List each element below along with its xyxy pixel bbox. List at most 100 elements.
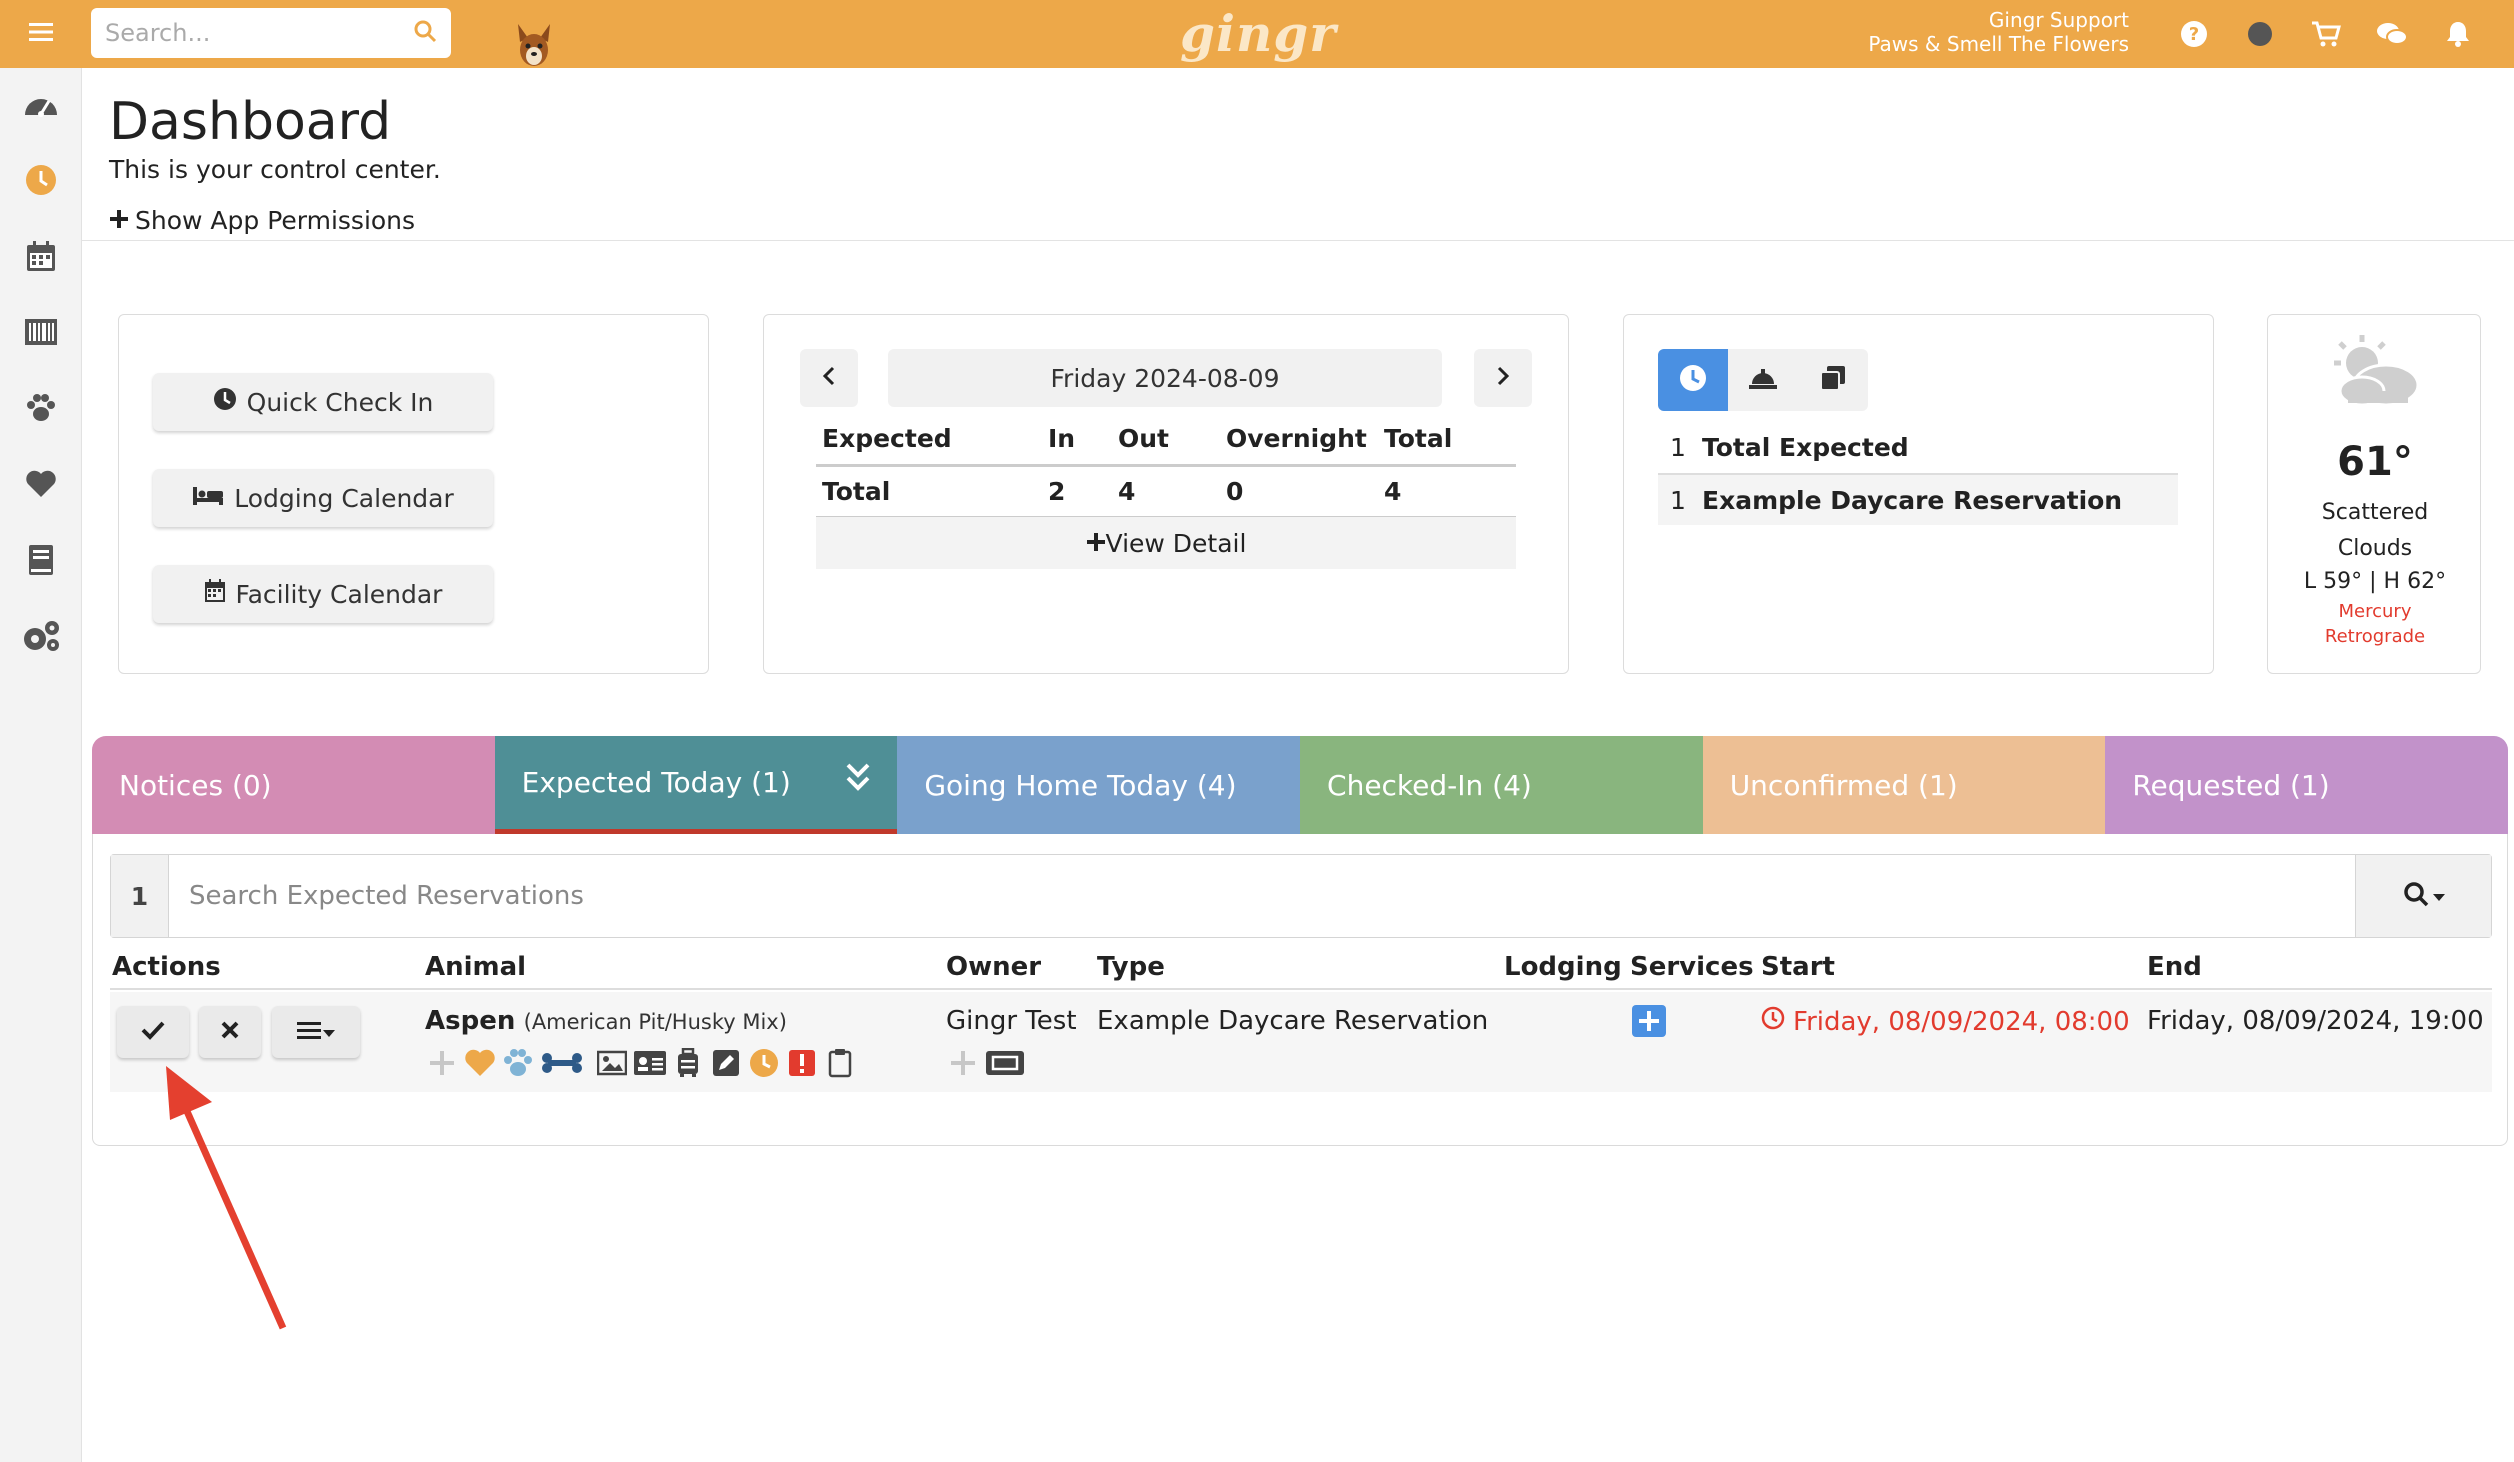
column-services: Services: [1630, 952, 1754, 982]
reservation-table-header: Actions Animal Owner Type Lodging Servic…: [110, 946, 2492, 990]
sidebar-item-settings[interactable]: [0, 600, 82, 676]
sidebar-item-calendar[interactable]: [0, 220, 82, 296]
page-title: Dashboard: [109, 92, 392, 152]
owner-name[interactable]: Gingr Test: [946, 1006, 1077, 1036]
start-time[interactable]: Friday, 08/09/2024, 08:00: [1761, 1006, 2130, 1037]
global-search[interactable]: [91, 8, 451, 58]
tab-unconfirmed[interactable]: Unconfirmed (1): [1702, 736, 2106, 834]
quick-check-in-button[interactable]: Quick Check In: [153, 373, 493, 431]
top-icons: ?: [2178, 0, 2474, 68]
add-service-button[interactable]: [1631, 1004, 1667, 1045]
expected-list: 1 Total Expected 1 Example Daycare Reser…: [1658, 421, 2178, 525]
alert-icon[interactable]: [785, 1046, 819, 1080]
stats-table: Expected In Out Overnight Total Total 2 …: [816, 413, 1516, 519]
show-app-permissions-link[interactable]: Show App Permissions: [109, 206, 415, 235]
ticket-icon[interactable]: [984, 1046, 1026, 1080]
image-icon[interactable]: [595, 1046, 629, 1080]
stats-header-expected: Expected: [822, 423, 952, 453]
reservation-type[interactable]: Example Daycare Reservation: [1097, 1006, 1488, 1036]
hamburger-icon: [29, 22, 53, 46]
menu-button[interactable]: [0, 0, 82, 68]
weather-temp: 61°: [2337, 439, 2413, 485]
search-options-button[interactable]: [2355, 855, 2491, 937]
expected-row[interactable]: 1 Example Daycare Reservation: [1658, 473, 2178, 525]
stats-total-total[interactable]: 4: [1378, 463, 1516, 519]
heart-icon[interactable]: [463, 1046, 497, 1080]
tab-requested[interactable]: Requested (1): [2105, 736, 2508, 834]
owner-icons: [946, 1046, 1026, 1080]
stats-total-in[interactable]: 2: [1042, 463, 1112, 519]
weather-note[interactable]: Mercury Retrograde: [2308, 599, 2442, 649]
toggle-services[interactable]: [1728, 349, 1798, 411]
checkmark-icon: [141, 1020, 165, 1044]
animal-cell: Aspen (American Pit/Husky Mix): [425, 1006, 787, 1036]
tab-notices[interactable]: Notices (0): [92, 736, 495, 834]
id-card-icon[interactable]: [633, 1046, 667, 1080]
weather-condition: Scattered Clouds: [2321, 500, 2429, 561]
plus-square-icon: [1631, 1005, 1667, 1045]
quick-check-in-label: Quick Check In: [246, 387, 434, 417]
bell-icon[interactable]: [2442, 18, 2474, 50]
sidebar-item-dashboard[interactable]: [0, 68, 82, 144]
stats-header-total: Total: [1384, 423, 1453, 453]
sidebar-item-point-of-sale[interactable]: [0, 296, 82, 372]
sidebar-item-timeclock[interactable]: [0, 144, 82, 220]
check-in-button[interactable]: [117, 1006, 189, 1058]
sidebar-item-favorites[interactable]: [0, 448, 82, 524]
gears-icon: [21, 619, 61, 657]
top-bar: gingr Gingr Support Paws & Smell The Flo…: [0, 0, 2514, 68]
annotation-arrow: [166, 1066, 287, 1330]
row-menu-button[interactable]: [272, 1006, 360, 1058]
brand-logo[interactable]: gingr: [1180, 4, 1337, 63]
cancel-reservation-button[interactable]: [199, 1006, 261, 1058]
sidebar-item-animals[interactable]: [0, 372, 82, 448]
tab-label: Requested (1): [2132, 768, 2330, 802]
tab-expected-today[interactable]: Expected Today (1): [494, 736, 898, 834]
add-icon[interactable]: [946, 1046, 980, 1080]
toggle-expected[interactable]: [1658, 349, 1728, 411]
dog-mascot-icon: [510, 20, 558, 68]
column-owner: Owner: [946, 952, 1042, 982]
clock-icon[interactable]: [747, 1046, 781, 1080]
column-start: Start: [1761, 952, 1835, 982]
chevron-right-icon: [1496, 366, 1510, 390]
paw-icon[interactable]: [501, 1046, 535, 1080]
daily-stats-card: Friday 2024-08-09 Expected In Out Overni…: [763, 314, 1569, 674]
next-day-button[interactable]: [1474, 349, 1532, 407]
help-icon[interactable]: ?: [2178, 18, 2210, 50]
chat-icon[interactable]: [2376, 18, 2408, 50]
view-detail-button[interactable]: View Detail: [816, 517, 1516, 569]
add-icon[interactable]: [425, 1046, 459, 1080]
status-dot-icon[interactable]: [2244, 18, 2276, 50]
expected-reservations-panel: 1 Actions Animal Owner Type Lodging Serv…: [92, 834, 2508, 1146]
lodging-calendar-button[interactable]: Lodging Calendar: [153, 469, 493, 527]
stats-total-label: Total: [816, 463, 1042, 519]
previous-day-button[interactable]: [800, 349, 858, 407]
animal-name[interactable]: Aspen: [425, 1006, 515, 1036]
selected-date[interactable]: Friday 2024-08-09: [888, 349, 1442, 407]
clipboard-icon[interactable]: [823, 1046, 857, 1080]
bone-icon[interactable]: [539, 1046, 585, 1080]
clock-icon: [25, 164, 57, 200]
reservation-search-input[interactable]: [169, 855, 2355, 937]
facility-calendar-button[interactable]: Facility Calendar: [153, 565, 493, 623]
tab-going-home-today[interactable]: Going Home Today (4): [897, 736, 1301, 834]
user-info[interactable]: Gingr Support Paws & Smell The Flowers: [1868, 8, 2129, 56]
sidebar-item-reports[interactable]: [0, 524, 82, 600]
stats-total-out[interactable]: 4: [1112, 463, 1220, 519]
suitcase-icon[interactable]: [671, 1046, 705, 1080]
global-search-input[interactable]: [105, 19, 413, 47]
tab-label: Notices (0): [119, 768, 272, 802]
edit-icon[interactable]: [709, 1046, 743, 1080]
search-icon[interactable]: [413, 19, 437, 47]
stats-header-overnight: Overnight: [1226, 423, 1367, 453]
end-time[interactable]: Friday, 08/09/2024, 19:00: [2147, 1006, 2484, 1036]
stats-total-overnight[interactable]: 0: [1220, 463, 1378, 519]
cart-icon[interactable]: [2310, 18, 2342, 50]
tab-checked-in[interactable]: Checked-In (4): [1300, 736, 1703, 834]
expected-row[interactable]: 1 Total Expected: [1658, 421, 2178, 473]
toggle-copies[interactable]: [1798, 349, 1868, 411]
caret-down-icon: [323, 1023, 335, 1042]
expected-row-count: 1: [1670, 432, 1686, 462]
double-chevron-down-icon[interactable]: [845, 762, 871, 801]
